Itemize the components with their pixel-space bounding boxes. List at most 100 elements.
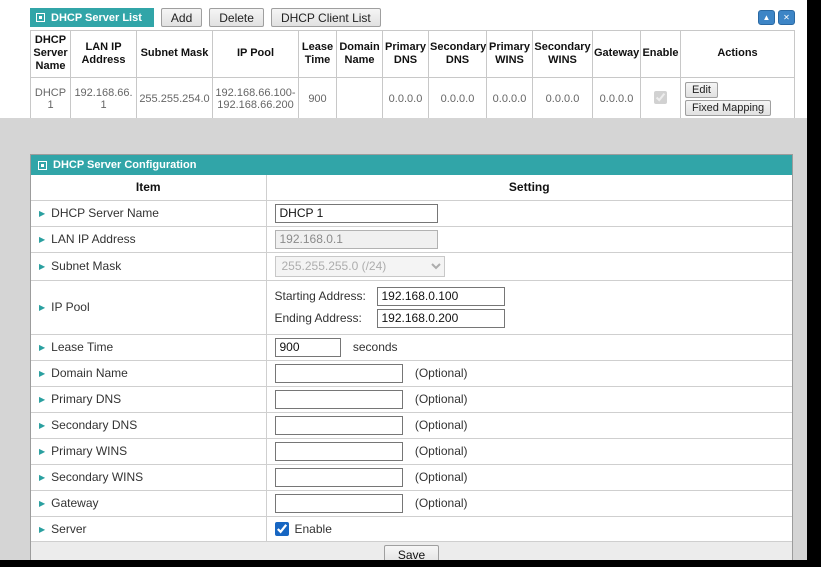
config-row-ip-pool: IP Pool Starting Address: Ending Address… — [31, 280, 792, 334]
row-arrow-icon — [39, 259, 51, 273]
cell-secondary-wins: 0.0.0.0 — [533, 77, 593, 121]
collapse-icon: ▲ — [763, 13, 771, 22]
close-icon: ✕ — [783, 13, 790, 22]
ending-address-label: Ending Address: — [275, 311, 377, 325]
config-table: Item Setting DHCP Server Name LAN IP Add… — [31, 175, 792, 541]
dhcp-server-table: DHCP Server Name LAN IP Address Subnet M… — [30, 30, 795, 122]
section-title: DHCP Server List — [51, 12, 142, 24]
row-arrow-icon — [39, 444, 51, 458]
col-lan-ip-address: LAN IP Address — [71, 31, 137, 78]
config-row-dhcp-server-name: DHCP Server Name — [31, 200, 792, 226]
row-arrow-icon — [39, 392, 51, 406]
row-enable-checkbox — [654, 91, 667, 104]
config-label: Secondary DNS — [51, 418, 137, 432]
domain-name-input[interactable] — [275, 364, 403, 383]
item-column-header: Item — [31, 175, 266, 200]
server-enable-checkbox[interactable] — [275, 522, 289, 536]
col-lease-time: Lease Time — [299, 31, 337, 78]
section-icon — [38, 161, 47, 170]
cell-gateway: 0.0.0.0 — [593, 77, 641, 121]
add-button[interactable]: Add — [161, 8, 202, 27]
config-label: Lease Time — [51, 340, 113, 354]
delete-button[interactable]: Delete — [209, 8, 264, 27]
subnet-mask-select: 255.255.255.0 (/24) — [275, 256, 445, 277]
config-label: DHCP Server Name — [51, 206, 159, 220]
col-secondary-dns: Secondary DNS — [429, 31, 487, 78]
cell-ip-pool: 192.168.66.100- 192.168.66.200 — [213, 77, 299, 121]
config-header: DHCP Server Configuration — [31, 155, 792, 175]
dhcp-server-name-input[interactable] — [275, 204, 438, 223]
save-button[interactable]: Save — [384, 545, 439, 560]
config-row-lan-ip: LAN IP Address — [31, 226, 792, 252]
col-ip-pool: IP Pool — [213, 31, 299, 78]
ip-pool-starting-line: Starting Address: — [275, 287, 785, 306]
table-row: DHCP 1 192.168.66.1 255.255.254.0 192.16… — [31, 77, 795, 121]
row-arrow-icon — [39, 522, 51, 536]
section-icon — [36, 13, 45, 22]
config-label: Primary DNS — [51, 392, 121, 406]
dhcp-server-configuration-section: DHCP Server Configuration Item Setting D… — [30, 154, 793, 560]
cell-lease-time: 900 — [299, 77, 337, 121]
cell-lan-ip: 192.168.66.1 — [71, 77, 137, 121]
starting-address-input[interactable] — [377, 287, 505, 306]
row-arrow-icon — [39, 206, 51, 220]
col-gateway: Gateway — [593, 31, 641, 78]
config-label: IP Pool — [51, 300, 89, 314]
col-subnet-mask: Subnet Mask — [137, 31, 213, 78]
config-row-subnet-mask: Subnet Mask 255.255.255.0 (/24) — [31, 252, 792, 280]
ip-pool-ending-line: Ending Address: — [275, 309, 785, 328]
window-buttons: ▲ ✕ — [758, 10, 795, 25]
primary-wins-input[interactable] — [275, 442, 403, 461]
optional-hint: (Optional) — [415, 418, 468, 432]
config-row-primary-dns: Primary DNS (Optional) — [31, 386, 792, 412]
edit-button[interactable]: Edit — [685, 82, 718, 98]
config-label: Domain Name — [51, 366, 128, 380]
dhcp-server-list-header: DHCP Server List Add Delete DHCP Client … — [30, 8, 795, 27]
config-label: Secondary WINS — [51, 470, 143, 484]
col-primary-wins: Primary WINS — [487, 31, 533, 78]
section-title-chip: DHCP Server List — [30, 8, 154, 27]
fixed-mapping-button[interactable]: Fixed Mapping — [685, 100, 771, 116]
starting-address-label: Starting Address: — [275, 289, 377, 303]
cell-name: DHCP 1 — [31, 77, 71, 121]
row-arrow-icon — [39, 470, 51, 484]
cell-enable — [641, 77, 681, 121]
config-row-secondary-dns: Secondary DNS (Optional) — [31, 412, 792, 438]
save-row: Save — [31, 541, 792, 560]
row-arrow-icon — [39, 366, 51, 380]
cell-domain-name — [337, 77, 383, 121]
config-label: Gateway — [51, 496, 98, 510]
cell-primary-wins: 0.0.0.0 — [487, 77, 533, 121]
server-enable-label: Enable — [295, 522, 332, 536]
gateway-input[interactable] — [275, 494, 403, 513]
close-button[interactable]: ✕ — [778, 10, 795, 25]
col-secondary-wins: Secondary WINS — [533, 31, 593, 78]
col-actions: Actions — [681, 31, 795, 78]
cell-actions: Edit Fixed Mapping — [681, 77, 795, 121]
secondary-wins-input[interactable] — [275, 468, 403, 487]
page: DHCP Server List Add Delete DHCP Client … — [0, 0, 807, 560]
row-arrow-icon — [39, 340, 51, 354]
row-arrow-icon — [39, 232, 51, 246]
optional-hint: (Optional) — [415, 470, 468, 484]
secondary-dns-input[interactable] — [275, 416, 403, 435]
row-arrow-icon — [39, 300, 51, 314]
ending-address-input[interactable] — [377, 309, 505, 328]
lease-time-units: seconds — [353, 340, 398, 354]
optional-hint: (Optional) — [415, 366, 468, 380]
screenshot-frame: DHCP Server List Add Delete DHCP Client … — [0, 0, 821, 567]
primary-dns-input[interactable] — [275, 390, 403, 409]
bottom-area: DHCP Server Configuration Item Setting D… — [0, 118, 807, 560]
config-header-row: Item Setting — [31, 175, 792, 200]
col-dhcp-server-name: DHCP Server Name — [31, 31, 71, 78]
dhcp-client-list-button[interactable]: DHCP Client List — [271, 8, 381, 27]
cell-subnet-mask: 255.255.254.0 — [137, 77, 213, 121]
config-row-lease-time: Lease Time seconds — [31, 334, 792, 360]
lease-time-input[interactable] — [275, 338, 341, 357]
config-label: Primary WINS — [51, 444, 127, 458]
row-arrow-icon — [39, 418, 51, 432]
col-enable: Enable — [641, 31, 681, 78]
table-header-row: DHCP Server Name LAN IP Address Subnet M… — [31, 31, 795, 78]
collapse-button[interactable]: ▲ — [758, 10, 775, 25]
optional-hint: (Optional) — [415, 444, 468, 458]
